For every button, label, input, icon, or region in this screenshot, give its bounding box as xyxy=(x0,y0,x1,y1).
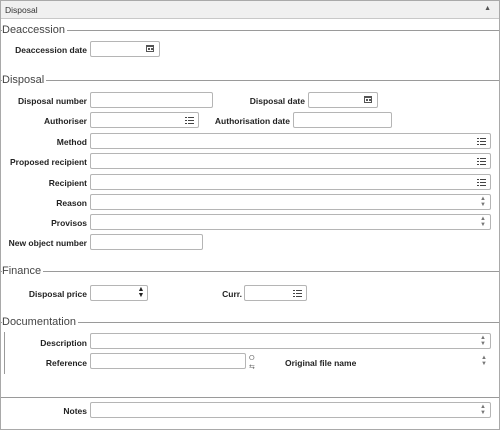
new-object-number-label: New object number xyxy=(8,238,87,248)
currency-input[interactable] xyxy=(244,285,307,301)
new-object-number-input[interactable] xyxy=(90,234,203,250)
up-down-arrows-icon[interactable]: ▲ ▼ xyxy=(479,196,487,208)
description-label: Description xyxy=(40,338,87,348)
documentation-section-title: Documentation xyxy=(2,316,78,328)
deaccession-divider xyxy=(1,30,499,31)
list-icon[interactable] xyxy=(290,286,304,300)
disposal-number-input[interactable] xyxy=(90,92,213,108)
deaccession-section-title: Deaccession xyxy=(2,24,67,36)
disposal-divider xyxy=(1,80,499,81)
finance-divider xyxy=(1,271,499,272)
list-icon[interactable] xyxy=(182,113,196,127)
method-input[interactable] xyxy=(90,133,491,149)
description-input[interactable]: ▲ ▼ xyxy=(90,333,491,349)
list-icon[interactable] xyxy=(474,175,488,189)
panel-title: Disposal xyxy=(5,5,38,15)
up-down-arrows-icon[interactable]: ▲ ▼ xyxy=(479,335,487,347)
recipient-input[interactable] xyxy=(90,174,491,190)
documentation-group-bar xyxy=(4,332,5,374)
list-icon[interactable] xyxy=(474,134,488,148)
disposal-date-label: Disposal date xyxy=(249,96,305,106)
up-down-arrows-icon[interactable]: ▲ ▼ xyxy=(137,286,145,299)
collapse-icon[interactable]: ▲ xyxy=(484,5,491,12)
authoriser-input[interactable] xyxy=(90,112,199,128)
disposal-date-input[interactable] xyxy=(308,92,378,108)
currency-label: Curr. xyxy=(222,289,242,299)
provisos-input[interactable]: ▲ ▼ xyxy=(90,214,491,230)
authoriser-label: Authoriser xyxy=(44,116,87,126)
authorisation-date-input[interactable] xyxy=(293,112,392,128)
reason-input[interactable]: ▲ ▼ xyxy=(90,194,491,210)
panel-header[interactable]: Disposal ▲ xyxy=(1,1,499,19)
calendar-icon[interactable] xyxy=(361,93,375,107)
proposed-recipient-input[interactable] xyxy=(90,153,491,169)
disposal-price-input[interactable]: ▲ ▼ xyxy=(90,285,148,301)
notes-divider xyxy=(1,397,499,398)
original-file-name-label: Original file name xyxy=(285,358,357,368)
link-icon[interactable]: ⭘ ⇆ xyxy=(249,355,255,371)
authorisation-date-label: Authorisation date xyxy=(214,116,290,126)
up-down-arrows-icon[interactable]: ▲ ▼ xyxy=(479,404,487,416)
disposal-section-title: Disposal xyxy=(2,74,47,86)
disposal-price-label: Disposal price xyxy=(28,289,87,299)
up-down-arrows-icon[interactable]: ▲ ▼ xyxy=(480,355,488,367)
list-icon[interactable] xyxy=(474,154,488,168)
reference-label: Reference xyxy=(45,358,87,368)
provisos-label: Provisos xyxy=(51,218,87,228)
reference-input[interactable] xyxy=(90,353,246,369)
method-label: Method xyxy=(56,137,87,147)
proposed-recipient-label: Proposed recipient xyxy=(10,157,87,167)
recipient-label: Recipient xyxy=(48,178,87,188)
notes-input[interactable]: ▲ ▼ xyxy=(90,402,491,418)
up-down-arrows-icon[interactable]: ▲ ▼ xyxy=(479,216,487,228)
deaccession-date-input[interactable] xyxy=(90,41,160,57)
disposal-number-label: Disposal number xyxy=(18,96,87,106)
notes-label: Notes xyxy=(63,406,87,416)
calendar-icon[interactable] xyxy=(143,42,157,56)
deaccession-date-label: Deaccession date xyxy=(15,45,87,55)
finance-section-title: Finance xyxy=(2,265,44,277)
reason-label: Reason xyxy=(56,198,87,208)
